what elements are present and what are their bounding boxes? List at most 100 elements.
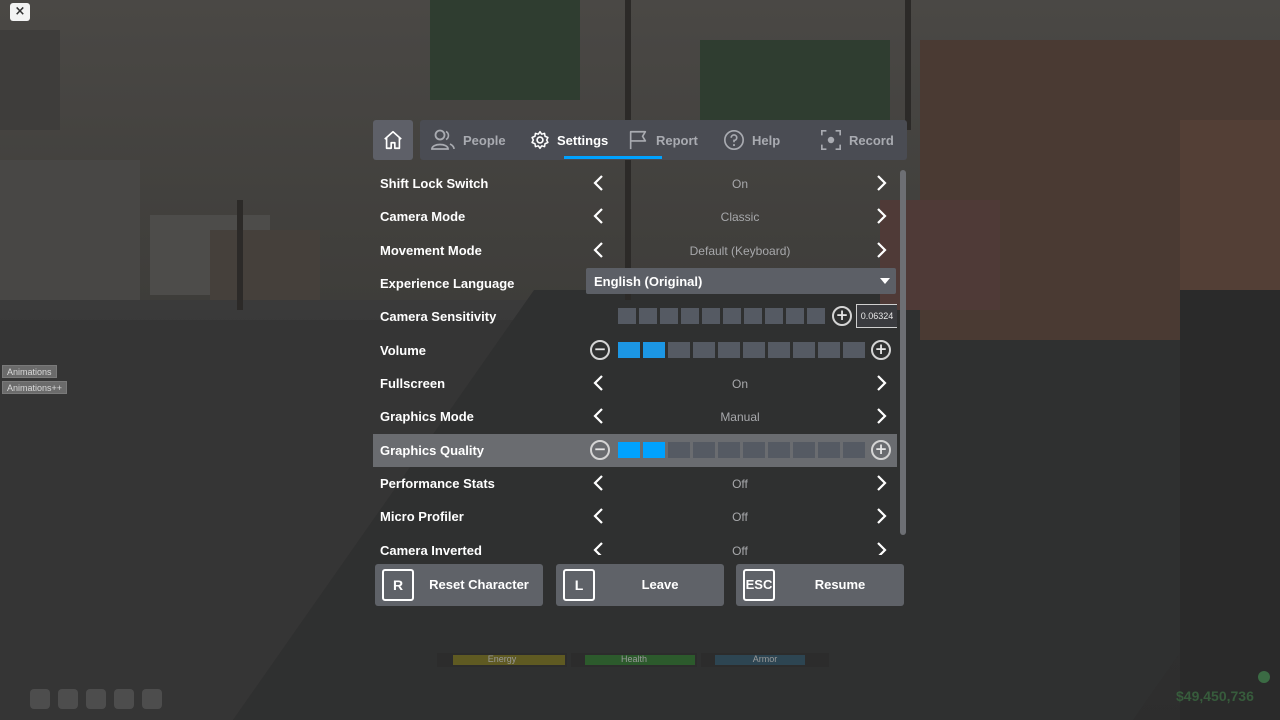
chevron-right-icon[interactable] [871, 540, 891, 555]
chevron-left-icon[interactable] [589, 173, 609, 193]
chevron-right-icon[interactable] [871, 206, 891, 226]
slider-step[interactable] [793, 342, 815, 358]
chevron-right-icon[interactable] [871, 473, 891, 493]
slider-step[interactable] [718, 342, 740, 358]
slider-step[interactable] [702, 308, 720, 324]
slider-step[interactable] [723, 308, 741, 324]
slider-step[interactable] [643, 342, 665, 358]
setting-volume: Volume − + [373, 334, 897, 367]
minus-icon[interactable]: − [590, 340, 610, 360]
chevron-left-icon[interactable] [589, 473, 609, 493]
slider-step[interactable] [718, 442, 740, 458]
chevron-left-icon[interactable] [589, 406, 609, 426]
tool-slot[interactable] [30, 689, 50, 709]
slider-step[interactable] [807, 308, 825, 324]
slider-step[interactable] [744, 308, 762, 324]
slider-step[interactable] [818, 342, 840, 358]
chevron-right-icon[interactable] [871, 406, 891, 426]
slider-step[interactable] [668, 342, 690, 358]
gear-icon [531, 130, 549, 150]
setting-camera-sensitivity: Camera Sensitivity + 0.06324 [373, 300, 897, 333]
plus-icon[interactable]: + [871, 340, 891, 360]
slider-step[interactable] [843, 442, 865, 458]
setting-label: Movement Mode [380, 243, 482, 258]
setting-performance-stats: Performance Stats Off [373, 467, 897, 500]
slider-step[interactable] [743, 342, 765, 358]
tab-settings[interactable]: Settings [530, 120, 608, 160]
slider-step[interactable] [765, 308, 783, 324]
tab-people[interactable]: People [430, 120, 506, 160]
reset-character-button[interactable]: R Reset Character [375, 564, 543, 606]
leave-button[interactable]: L Leave [556, 564, 724, 606]
chevron-left-icon[interactable] [589, 506, 609, 526]
plus-icon[interactable]: + [832, 306, 852, 326]
language-dropdown[interactable]: English (Original) [586, 268, 896, 294]
close-button[interactable]: × [10, 3, 30, 21]
armor-bar: Armor [701, 653, 829, 667]
setting-micro-profiler: Micro Profiler Off [373, 500, 897, 533]
volume-slider[interactable] [618, 342, 865, 359]
slider-step[interactable] [668, 442, 690, 458]
slider-step[interactable] [660, 308, 678, 324]
chevron-left-icon[interactable] [589, 240, 609, 260]
money-icon [1258, 671, 1270, 683]
home-icon [384, 130, 402, 150]
setting-graphics-mode: Graphics Mode Manual [373, 400, 897, 433]
tool-slot[interactable] [58, 689, 78, 709]
tab-record[interactable]: Record [820, 120, 894, 160]
setting-label: Camera Sensitivity [380, 309, 497, 324]
tab-report[interactable]: Report [627, 120, 698, 160]
question-icon [724, 130, 744, 150]
slider-step[interactable] [843, 342, 865, 358]
building [880, 200, 1000, 310]
slider-step[interactable] [768, 442, 790, 458]
tab-help[interactable]: Help [723, 120, 780, 160]
setting-label: Graphics Mode [380, 409, 474, 424]
slider-step[interactable] [681, 308, 699, 324]
slider-step[interactable] [793, 442, 815, 458]
slider-step[interactable] [618, 308, 636, 324]
tool-slot[interactable] [86, 689, 106, 709]
settings-scrollbar[interactable] [900, 170, 906, 535]
setting-label: Performance Stats [380, 476, 495, 491]
active-tab-indicator [564, 156, 662, 159]
chevron-left-icon[interactable] [589, 206, 609, 226]
home-button[interactable] [373, 120, 413, 160]
slider-step[interactable] [618, 442, 640, 458]
slider-step[interactable] [786, 308, 804, 324]
graphics-quality-slider[interactable] [618, 442, 865, 459]
button-label: Reset Character [429, 577, 529, 592]
plus-icon[interactable]: + [871, 440, 891, 460]
slider-step[interactable] [818, 442, 840, 458]
tool-slot[interactable] [142, 689, 162, 709]
setting-label: Camera Mode [380, 209, 466, 224]
chevron-right-icon[interactable] [871, 506, 891, 526]
button-label: Resume [814, 577, 866, 592]
chevron-left-icon[interactable] [589, 373, 609, 393]
chevron-right-icon[interactable] [871, 240, 891, 260]
slider-step[interactable] [743, 442, 765, 458]
chevron-right-icon[interactable] [871, 173, 891, 193]
slider-step[interactable] [693, 342, 715, 358]
setting-shift-lock: Shift Lock Switch On [373, 167, 897, 200]
setting-camera-inverted: Camera Inverted Off [373, 534, 897, 555]
tool-slot[interactable] [114, 689, 134, 709]
hotbar [30, 689, 162, 709]
sensitivity-input[interactable]: 0.06324 [856, 304, 897, 328]
minus-icon[interactable]: − [590, 440, 610, 460]
caret-down-icon [880, 278, 890, 284]
sensitivity-slider[interactable] [618, 308, 825, 325]
slider-step[interactable] [643, 442, 665, 458]
setting-value: Manual [720, 410, 760, 424]
resume-button[interactable]: ESC Resume [736, 564, 904, 606]
slider-step[interactable] [639, 308, 657, 324]
tab-people-label: People [463, 132, 506, 148]
slider-step[interactable] [618, 342, 640, 358]
animations-button[interactable]: Animations [2, 365, 57, 378]
slider-step[interactable] [768, 342, 790, 358]
keycap-l: L [563, 569, 595, 601]
slider-step[interactable] [693, 442, 715, 458]
chevron-right-icon[interactable] [871, 373, 891, 393]
chevron-left-icon[interactable] [589, 540, 609, 555]
animations-plus-button[interactable]: Animations++ [2, 381, 68, 394]
